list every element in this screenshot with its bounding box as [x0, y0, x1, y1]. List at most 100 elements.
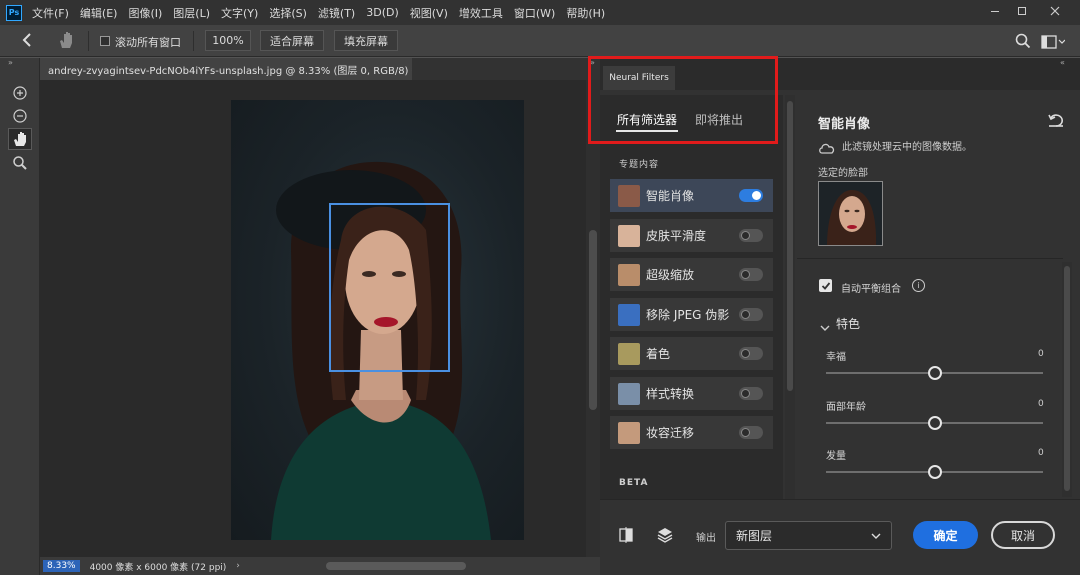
slider-knob-hair-thickness[interactable]	[927, 465, 942, 479]
menu-window[interactable]: 窗口(W)	[514, 5, 555, 21]
zoom-out-icon[interactable]	[10, 106, 30, 126]
active-tab-underline	[616, 130, 678, 132]
tab-all-filters[interactable]: 所有筛选器	[617, 111, 677, 128]
filter-row-makeup-transfer[interactable]: 妆容迁移	[610, 416, 773, 449]
layers-icon[interactable]	[656, 526, 674, 548]
maximize-button[interactable]	[1007, 0, 1037, 22]
zoom-100-button[interactable]: 100%	[205, 30, 251, 51]
filter-thumbnail	[618, 342, 640, 365]
zoom-tool-icon[interactable]	[10, 153, 30, 173]
filter-label: 移除 JPEG 伪影	[646, 308, 730, 322]
output-select[interactable]: 新图层	[725, 521, 892, 550]
left-toolbar: »	[0, 58, 40, 575]
cloud-note: 此滤镜处理云中的图像数据。	[842, 142, 972, 153]
panel-expand-icon[interactable]: »	[590, 58, 595, 67]
menu-edit[interactable]: 编辑(E)	[80, 5, 118, 21]
menu-bar: Ps 文件(F) 编辑(E) 图像(I) 图层(L) 文字(Y) 选择(S) 滤…	[0, 0, 1080, 25]
zoom-level[interactable]: 8.33%	[43, 560, 80, 572]
horizontal-scroll-thumb[interactable]	[326, 562, 466, 570]
menu-layer[interactable]: 图层(L)	[173, 5, 210, 21]
menu-3d[interactable]: 3D(D)	[366, 6, 399, 19]
photoshop-logo: Ps	[6, 4, 22, 21]
options-bar: 滚动所有窗口 100% 适合屏幕 填充屏幕	[0, 25, 1080, 57]
hand-tool-icon[interactable]	[8, 128, 32, 150]
ok-button[interactable]: 确定	[913, 521, 978, 549]
zoom-in-icon[interactable]	[10, 83, 30, 103]
slider-value-hair-thickness: 0	[1038, 448, 1044, 458]
filter-detail-pane	[797, 95, 1080, 499]
menu-select[interactable]: 选择(S)	[269, 5, 307, 21]
scrollbar-thumb[interactable]	[787, 101, 793, 391]
canvas-vertical-scrollbar[interactable]	[586, 80, 600, 557]
status-menu-chevron-icon[interactable]: ›	[236, 561, 240, 571]
filter-list-scrollbar[interactable]	[785, 95, 795, 499]
filter-row-style-transfer[interactable]: 样式转换	[610, 377, 773, 410]
menu-image[interactable]: 图像(I)	[128, 5, 162, 21]
document-tab[interactable]: andrey-zvyagintsev-PdcNOb4iYFs-unsplash.…	[40, 58, 412, 80]
filter-row-skin-smoothing[interactable]: 皮肤平滑度	[610, 219, 773, 252]
tab-coming-soon[interactable]: 即将推出	[695, 111, 743, 128]
fill-screen-button[interactable]: 填充屏幕	[334, 30, 398, 51]
filter-toggle[interactable]	[739, 387, 763, 400]
neural-filters-tab[interactable]: Neural Filters	[603, 66, 675, 90]
section-beta-label: BETA	[619, 478, 649, 488]
filter-toggle[interactable]	[739, 229, 763, 242]
selected-face-thumbnail[interactable]	[818, 181, 883, 246]
slider-label-happiness: 幸福	[826, 352, 846, 363]
face-thumbnail-image	[827, 190, 877, 245]
close-icon	[1050, 6, 1060, 16]
slider-knob-facial-age[interactable]	[927, 416, 942, 430]
filter-label: 超级缩放	[646, 268, 695, 282]
output-label: 输出	[696, 533, 716, 544]
scrollbar-thumb[interactable]	[1064, 266, 1070, 491]
slider-value-happiness: 0	[1038, 349, 1044, 359]
slider-knob-happiness[interactable]	[927, 366, 942, 380]
close-window-button[interactable]	[1040, 0, 1070, 22]
divider	[797, 258, 1063, 259]
filter-row-colorize[interactable]: 着色	[610, 337, 773, 370]
menu-file[interactable]: 文件(F)	[32, 5, 69, 21]
filter-label: 着色	[646, 347, 671, 361]
auto-balance-label: 自动平衡组合	[841, 284, 901, 295]
filter-row-super-zoom[interactable]: 超级缩放	[610, 258, 773, 291]
divider	[88, 31, 89, 51]
panel-collapse-icon[interactable]: «	[1060, 58, 1065, 67]
scrollbar-thumb[interactable]	[589, 230, 597, 410]
menu-type[interactable]: 文字(Y)	[221, 5, 258, 21]
filter-row-jpeg-artifacts[interactable]: 移除 JPEG 伪影	[610, 298, 773, 331]
filter-row-smart-portrait[interactable]: 智能肖像	[610, 179, 773, 212]
menu-view[interactable]: 视图(V)	[410, 5, 448, 21]
fit-screen-button[interactable]: 适合屏幕	[260, 30, 324, 51]
reset-icon[interactable]	[1047, 112, 1065, 132]
scroll-all-windows-checkbox[interactable]	[100, 36, 110, 46]
detail-scrollbar[interactable]	[1062, 262, 1072, 497]
minimize-button[interactable]	[980, 0, 1010, 22]
slider-value-facial-age: 0	[1038, 399, 1044, 409]
filter-toggle[interactable]	[739, 347, 763, 360]
output-select-value: 新图层	[736, 529, 773, 543]
chevron-down-icon[interactable]	[820, 317, 830, 336]
detail-title: 智能肖像	[818, 117, 871, 132]
info-icon[interactable]: i	[912, 279, 925, 292]
filter-toggle[interactable]	[739, 426, 763, 439]
filter-toggle[interactable]	[739, 268, 763, 281]
search-icon[interactable]	[1015, 33, 1031, 53]
filter-thumbnail	[618, 224, 640, 247]
filter-label: 智能肖像	[646, 189, 695, 203]
filter-toggle[interactable]	[739, 189, 763, 202]
cancel-button[interactable]: 取消	[991, 521, 1055, 549]
auto-balance-checkbox[interactable]	[819, 279, 832, 292]
menu-filter[interactable]: 滤镜(T)	[318, 5, 355, 21]
filter-toggle[interactable]	[739, 308, 763, 321]
menu-help[interactable]: 帮助(H)	[566, 5, 605, 21]
cloud-icon	[818, 139, 836, 158]
slider-label-hair-thickness: 发量	[826, 451, 846, 462]
section-featured-label: 专题内容	[619, 160, 660, 170]
before-after-icon[interactable]	[618, 527, 634, 547]
collapse-arrows-icon[interactable]: »	[8, 58, 13, 67]
features-section-label[interactable]: 特色	[836, 315, 860, 332]
back-chevron-icon[interactable]	[20, 32, 34, 52]
workspace-icon[interactable]	[1041, 34, 1066, 53]
menu-plugins[interactable]: 增效工具	[459, 5, 503, 21]
filter-thumbnail	[618, 421, 640, 444]
